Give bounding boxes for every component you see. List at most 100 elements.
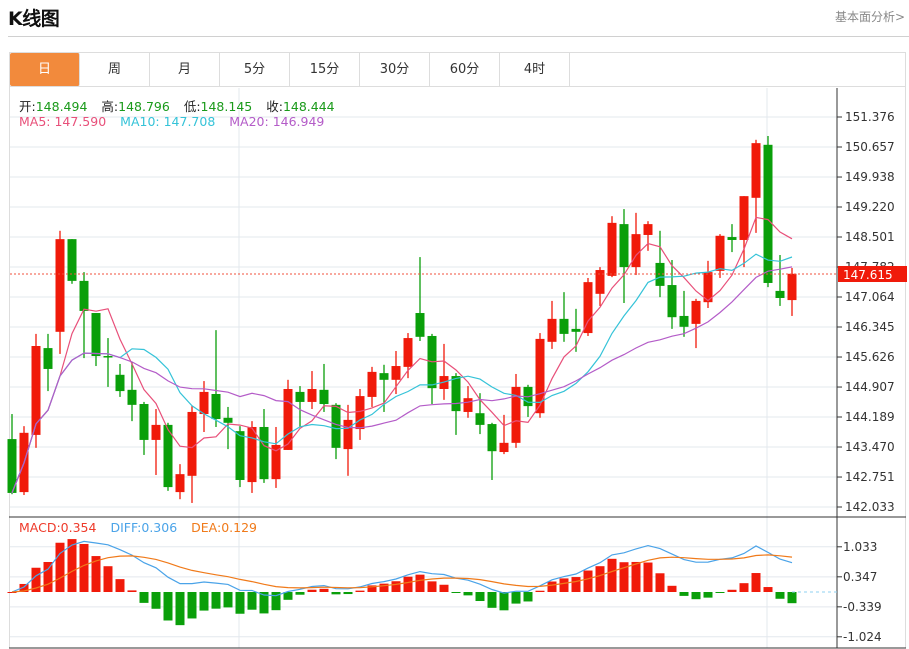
price-tick-label: 148.501 [845, 230, 895, 244]
macd-readout: MACD:0.354 DIFF:0.306 DEA:0.129 [19, 520, 257, 535]
macd-bar [391, 581, 401, 592]
macd-bar [295, 592, 305, 595]
candle-up [583, 282, 593, 334]
candle-up [631, 234, 641, 268]
candle-up [547, 318, 557, 342]
macd-bar [547, 581, 557, 592]
macd-bar [235, 592, 245, 614]
candle-down [415, 313, 425, 337]
candle-down [775, 290, 785, 298]
low-label: 低: [183, 99, 201, 114]
candle-down [727, 237, 737, 240]
macd-bar [775, 592, 785, 599]
ma5-value: MA5: 147.590 [19, 114, 107, 129]
candle-down [667, 285, 677, 318]
macd-bar [43, 561, 53, 592]
candle-down [451, 376, 461, 412]
macd-bar [679, 592, 689, 596]
macd-bar [247, 592, 257, 610]
candle-up [247, 426, 257, 483]
candle-down [259, 426, 269, 480]
macd-bar [607, 558, 617, 592]
macd-bar [127, 590, 137, 592]
diff-value: DIFF:0.306 [110, 520, 178, 535]
ma-readout: MA5: 147.590 MA10: 147.708 MA20: 146.949 [19, 114, 324, 129]
macd-bar [307, 589, 317, 592]
close-value: 148.444 [282, 99, 335, 114]
macd-bar [175, 592, 185, 626]
macd-bar [487, 592, 497, 608]
macd-bar [727, 589, 737, 592]
macd-bar [211, 592, 221, 609]
price-tick-label: 147.064 [845, 290, 895, 304]
macd-bar [115, 579, 125, 592]
high-label: 高: [101, 99, 119, 114]
macd-bar [559, 578, 569, 592]
candle-down [79, 280, 89, 311]
candle-up [691, 300, 701, 324]
macd-bar [787, 592, 797, 604]
price-tick-label: 149.938 [845, 170, 895, 184]
macd-bar [319, 588, 329, 592]
macd-bar [631, 561, 641, 592]
candle-up [739, 196, 749, 240]
macd-tick-label: 0.347 [843, 570, 877, 584]
candle-down [103, 356, 113, 358]
price-tick-label: 143.470 [845, 440, 895, 454]
macd-tick-label: -1.024 [843, 630, 882, 644]
macd-bar [583, 570, 593, 592]
candle-up [463, 398, 473, 412]
candle-down [331, 404, 341, 448]
candle-down [571, 328, 581, 332]
open-value: 148.494 [35, 99, 88, 114]
candle-down [43, 348, 53, 369]
current-price-label: 147.615 [843, 268, 893, 282]
macd-bar [655, 573, 665, 592]
candle-up [307, 388, 317, 402]
price-tick-label: 144.907 [845, 380, 895, 394]
macd-bar [751, 573, 761, 592]
candle-up [607, 222, 617, 276]
candle-up [391, 366, 401, 380]
ma10-value: MA10: 147.708 [120, 114, 216, 129]
macd-bar [571, 577, 581, 592]
macd-bar [511, 592, 521, 604]
macd-bar [439, 584, 449, 592]
candle-down [679, 315, 689, 327]
candle-up [499, 442, 509, 453]
macd-bar [55, 542, 65, 592]
macd-bar [415, 574, 425, 592]
candle-down [67, 239, 77, 281]
candle-down [487, 424, 497, 452]
macd-bar [223, 592, 233, 608]
macd-value: MACD:0.354 [19, 520, 97, 535]
candle-down [619, 224, 629, 268]
macd-bar [187, 592, 197, 619]
price-tick-label: 142.751 [845, 470, 895, 484]
macd-bar [103, 566, 113, 592]
candle-down [211, 394, 221, 420]
candle-down [379, 373, 389, 380]
macd-bar [355, 590, 365, 592]
candle-down [139, 404, 149, 440]
macd-bar [199, 592, 209, 611]
candle-up [175, 474, 185, 493]
ma20-value: MA20: 146.949 [229, 114, 325, 129]
macd-bar [691, 592, 701, 600]
close-label: 收: [266, 99, 283, 114]
macd-tick-label: 1.033 [843, 540, 877, 554]
candle-down [295, 391, 305, 402]
price-tick-label: 144.189 [845, 410, 895, 424]
candle-down [475, 413, 485, 425]
ma5-line [11, 216, 793, 494]
macd-bar [463, 592, 473, 596]
low-value: 148.145 [200, 99, 253, 114]
candle-up [199, 391, 209, 415]
price-tick-label: 151.376 [845, 110, 895, 124]
macd-bar [475, 592, 485, 602]
candle-up [643, 224, 653, 235]
candle-down [127, 389, 137, 405]
macd-tick-label: -0.339 [843, 600, 882, 614]
price-tick-label: 142.033 [845, 500, 895, 514]
price-tick-label: 149.220 [845, 200, 895, 214]
